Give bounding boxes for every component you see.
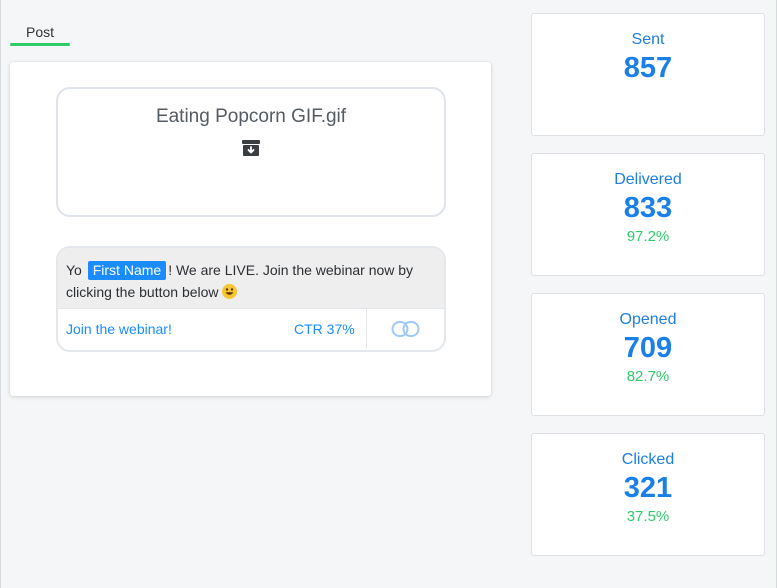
link-icon[interactable] [391,320,421,338]
stat-title: Delivered [614,171,682,188]
attachment-file-name: Eating Popcorn GIF.gif [155,106,347,127]
post-preview-card: Eating Popcorn GIF.gif Yo First Name! We… [10,62,491,396]
grinning-face-emoji [222,284,238,299]
archive-download-icon[interactable] [242,140,260,156]
stat-card-delivered: Delivered 833 97.2% [531,153,765,276]
stat-percentage: 37.5% [626,508,670,525]
frame-border-left [0,0,1,588]
message-line2: clicking the button below [66,284,219,300]
stat-value: 321 [623,472,673,504]
webinar-button-label[interactable]: Join the webinar! [66,321,172,337]
message-line1-rest: ! We are LIVE. Join the webinar now by [168,262,414,278]
stat-title: Opened [619,311,677,328]
stat-value: 857 [623,52,673,84]
stat-card-opened: Opened 709 82.7% [531,293,765,416]
tab-post[interactable]: Post [10,24,70,46]
stat-title: Sent [631,31,665,48]
stat-card-sent: Sent 857 [531,13,765,136]
stat-value: 709 [623,332,673,364]
message-greeting: Yo [66,262,82,278]
message-bubble: Yo First Name! We are LIVE. Join the web… [56,246,446,352]
stat-percentage: 97.2% [626,228,670,245]
attachment-preview[interactable]: Eating Popcorn GIF.gif [56,87,446,217]
merge-tag-first-name[interactable]: First Name [87,261,167,280]
stat-value: 833 [623,192,673,224]
stat-title: Clicked [621,451,675,468]
tab-post-label: Post [25,24,54,40]
stat-card-clicked: Clicked 321 37.5% [531,433,765,556]
link-cell[interactable] [366,309,444,349]
ctr-value: CTR 37% [294,321,355,337]
tab-active-indicator [10,43,70,46]
message-text: Yo First Name! We are LIVE. Join the web… [58,248,444,308]
webinar-button-row[interactable]: Join the webinar! CTR 37% [58,308,444,349]
stat-percentage: 82.7% [626,368,670,385]
